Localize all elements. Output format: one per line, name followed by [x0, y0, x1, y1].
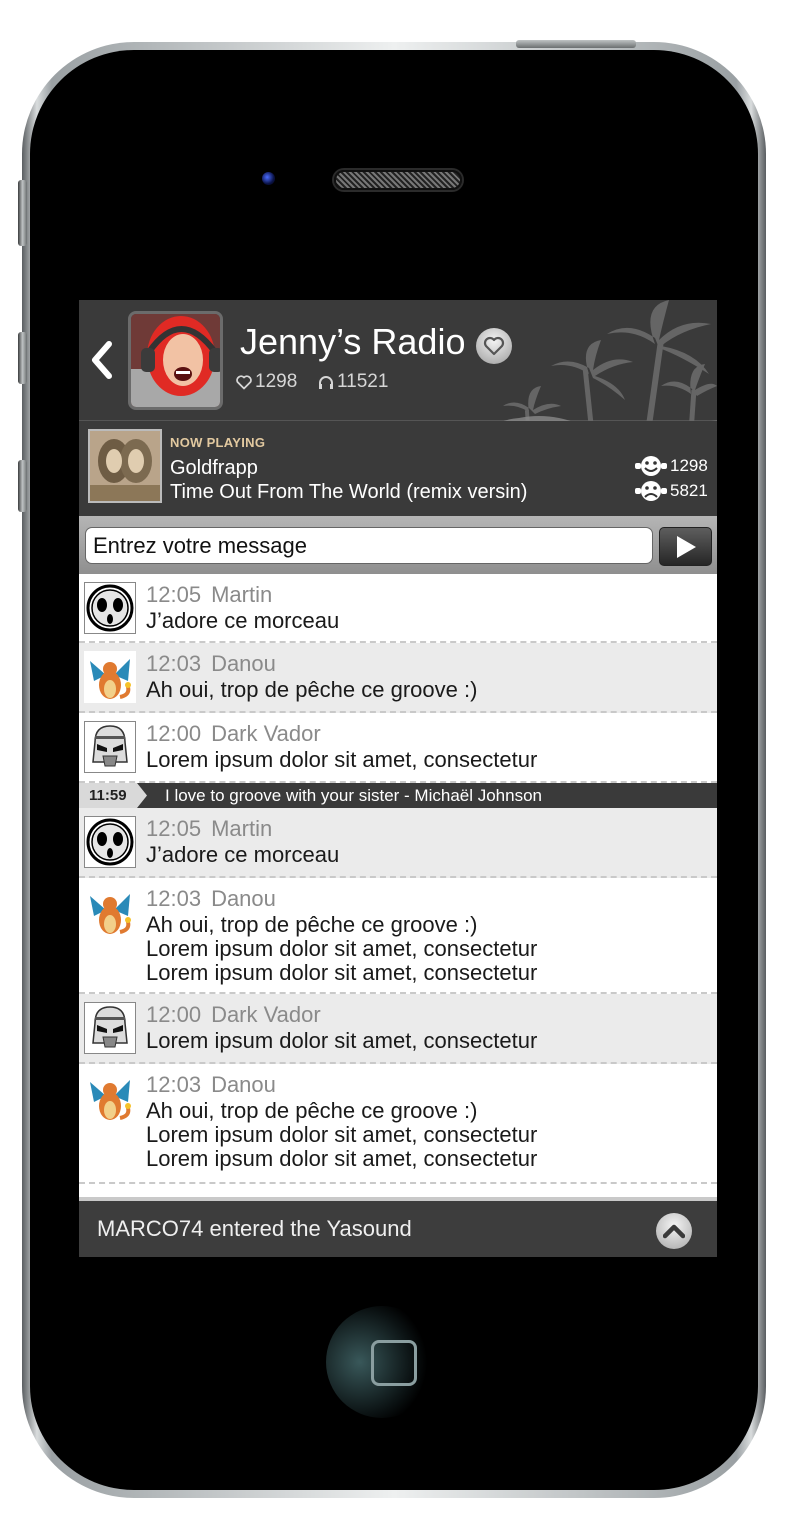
message-line: Lorem ipsum dolor sit amet, consectetur [146, 1028, 538, 1053]
message-input[interactable] [85, 527, 653, 564]
message-text: Ah oui, trop de pêche ce groove :) Lorem… [146, 1099, 537, 1171]
song-separator: 11:59 I love to groove with your sister … [79, 783, 717, 808]
chat-message: 12:05 Martin J’adore ce morceau [79, 808, 717, 878]
notification-bar: MARCO74 entered the Yasound [79, 1197, 717, 1257]
message-meta: 12:05 Martin [146, 582, 272, 608]
app-screen: Jenny’s Radio 1298 11521 NOW PLAYING Gol… [79, 300, 717, 1257]
now-playing-track: Time Out From The World (remix versin) [170, 481, 528, 503]
message-author: Danou [211, 886, 276, 911]
expand-button[interactable] [656, 1213, 692, 1249]
now-playing-artist: Goldfrapp [170, 457, 258, 479]
message-time: 12:05 [146, 582, 202, 607]
dragon-avatar [84, 1072, 136, 1124]
likes-stat: 1298 [235, 370, 297, 394]
play-triangle-icon [676, 535, 696, 558]
likes-count: 1298 [255, 371, 298, 392]
message-time: 12:05 [146, 816, 202, 841]
message-meta: 12:05 Martin [146, 816, 272, 842]
volume-down-button [18, 460, 27, 512]
message-meta: 12:03 Danou [146, 651, 276, 677]
listeners-count: 11521 [337, 371, 389, 392]
message-author: Dark Vador [211, 1002, 321, 1027]
sad-face-icon [635, 481, 667, 501]
album-cover [88, 429, 162, 503]
chat-message: 12:05 Martin J’adore ce morceau [79, 574, 717, 643]
message-text: Ah oui, trop de pêche ce groove :) [146, 678, 477, 702]
chat-message: 12:03 Danou Ah oui, trop de pêche ce groo… [79, 643, 717, 713]
dislike-count: 5821 [670, 481, 708, 500]
message-author: Martin [211, 816, 273, 841]
chat-message: 12:03 Danou Ah oui, trop de pêche ce groo… [79, 878, 717, 994]
message-line: J’adore ce morceau [146, 608, 340, 633]
message-author: Danou [211, 1072, 276, 1097]
message-time: 12:03 [146, 651, 202, 676]
happy-face-icon [635, 456, 667, 476]
message-meta: 12:03 Danou [146, 886, 276, 912]
message-time: 12:03 [146, 886, 202, 911]
message-line: J’adore ce morceau [146, 842, 340, 867]
message-text: Ah oui, trop de pêche ce groove :) Lorem… [146, 913, 537, 985]
message-line: Ah oui, trop de pêche ce groove :) [146, 677, 478, 702]
chat-messages[interactable]: 12:05 Martin J’adore ce morceau 12:03 Dano… [79, 574, 717, 1198]
notification-text: MARCO74 entered the Yasound [97, 1216, 412, 1241]
chat-message: 12:03 Danou Ah oui, trop de pêche ce groo… [79, 1064, 717, 1184]
back-chevron-icon [92, 341, 112, 379]
message-meta: 12:00 Dark Vador [146, 1002, 321, 1028]
message-text: J’adore ce morceau [146, 843, 339, 867]
chat-message: 12:00 Dark Vador Lorem ipsum dolor sit am… [79, 994, 717, 1064]
ghost-mask-avatar [84, 816, 136, 868]
now-playing-panel: NOW PLAYING Goldfrapp Time Out From The … [79, 421, 717, 516]
message-line: Lorem ipsum dolor sit amet, consectetur [146, 960, 538, 985]
message-meta: 12:00 Dark Vador [146, 721, 321, 747]
message-line: Ah oui, trop de pêche ce groove :) [146, 912, 478, 937]
earpiece-speaker [334, 170, 462, 190]
volume-up-button [18, 332, 27, 384]
stormtrooper-avatar [84, 1002, 136, 1054]
mute-switch [18, 180, 27, 246]
message-text: J’adore ce morceau [146, 609, 339, 633]
like-vote[interactable]: 1298 [635, 455, 708, 477]
headphones-icon [319, 376, 333, 389]
message-line: Lorem ipsum dolor sit amet, consectetur [146, 747, 538, 772]
message-author: Dark Vador [211, 721, 321, 746]
chat-message: 12:00 Dark Vador Lorem ipsum dolor sit am… [79, 713, 717, 783]
like-count: 1298 [670, 456, 708, 475]
front-camera [262, 172, 275, 185]
message-author: Danou [211, 651, 276, 676]
message-time: 12:00 [146, 721, 202, 746]
stormtrooper-avatar [84, 721, 136, 773]
song-time-badge: 11:59 [79, 783, 147, 808]
message-author: Martin [211, 582, 273, 607]
message-line: Lorem ipsum dolor sit amet, consectetur [146, 936, 538, 961]
message-line: Lorem ipsum dolor sit amet, consectetur [146, 1146, 538, 1171]
ghost-mask-avatar [84, 582, 136, 634]
home-square-icon [371, 1340, 417, 1386]
chevron-up-icon [663, 1224, 685, 1239]
message-text: Lorem ipsum dolor sit amet, consectetur [146, 1029, 537, 1053]
back-button[interactable] [90, 336, 114, 384]
message-meta: 12:03 Danou [146, 1072, 276, 1098]
now-playing-label: NOW PLAYING [170, 435, 266, 450]
message-time: 12:03 [146, 1072, 202, 1097]
dislike-vote[interactable]: 5821 [635, 480, 708, 502]
dragon-avatar [84, 886, 136, 938]
power-button [516, 40, 636, 48]
message-text: Lorem ipsum dolor sit amet, consectetur [146, 748, 537, 772]
listeners-stat: 11521 [317, 370, 388, 394]
song-title: I love to groove with your sister - Mich… [165, 786, 543, 805]
dragon-avatar [84, 651, 136, 703]
message-composer [79, 516, 717, 574]
message-time: 12:00 [146, 1002, 202, 1027]
radio-avatar [128, 311, 223, 410]
message-line: Ah oui, trop de pêche ce groove :) [146, 1098, 478, 1123]
heart-outline-icon [236, 375, 252, 390]
send-button[interactable] [659, 527, 712, 566]
message-line: Lorem ipsum dolor sit amet, consectetur [146, 1122, 538, 1147]
